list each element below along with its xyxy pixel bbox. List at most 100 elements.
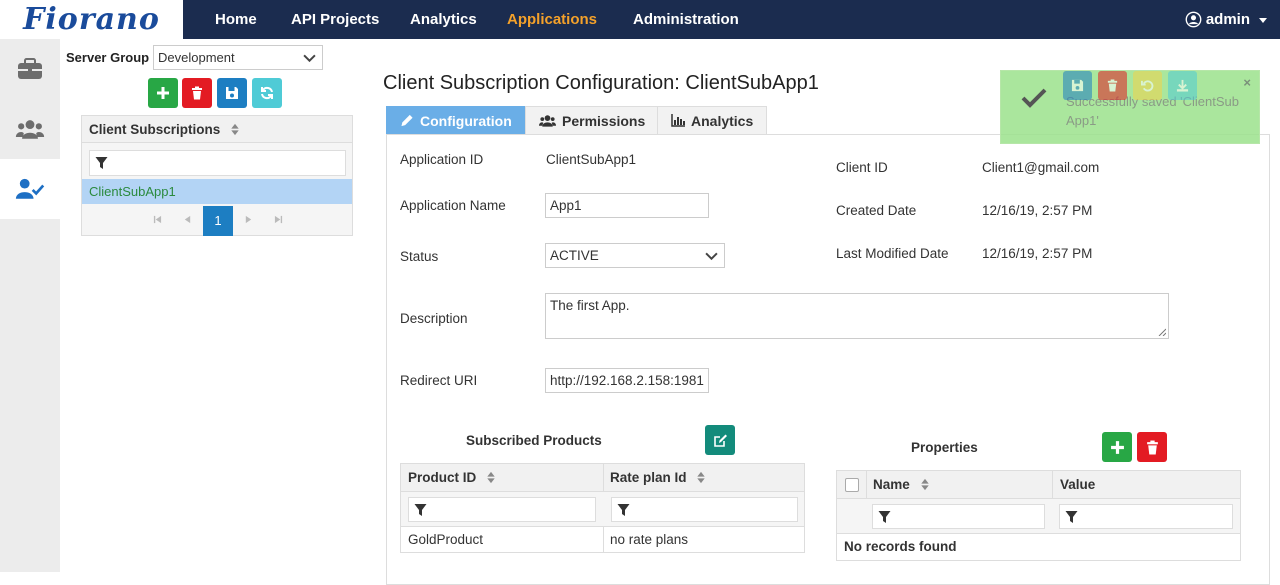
add-property-button[interactable] bbox=[1102, 432, 1132, 462]
application-id-value: ClientSubApp1 bbox=[546, 152, 637, 167]
select-all-checkbox[interactable] bbox=[845, 478, 859, 492]
sort-icon bbox=[697, 471, 705, 484]
list-item[interactable]: ClientSubApp1 bbox=[82, 179, 352, 204]
table-cell-product-id[interactable]: GoldProduct bbox=[401, 527, 603, 553]
column-header-rate-plan-id[interactable]: Rate plan Id bbox=[603, 464, 804, 492]
properties-table: Name Value No records found bbox=[836, 470, 1241, 561]
toast-close-button[interactable]: × bbox=[1243, 75, 1251, 90]
description-textarea[interactable]: The first App. bbox=[545, 293, 1169, 339]
created-date-label: Created Date bbox=[836, 203, 917, 218]
chevron-down-icon bbox=[705, 252, 718, 261]
refresh-button[interactable] bbox=[252, 78, 282, 108]
ghost-save-button[interactable] bbox=[1063, 71, 1092, 100]
page-number-button[interactable]: 1 bbox=[203, 206, 233, 236]
rail-item-briefcase[interactable] bbox=[0, 39, 60, 99]
user-name: admin bbox=[1205, 10, 1250, 28]
client-subscriptions-title: Client Subscriptions bbox=[89, 122, 221, 137]
bar-chart-icon bbox=[671, 114, 685, 127]
save-icon bbox=[1071, 79, 1084, 92]
application-name-input[interactable]: App1 bbox=[545, 193, 709, 218]
server-group-value: Development bbox=[158, 50, 235, 65]
filter-row bbox=[837, 499, 1240, 534]
filter-icon bbox=[414, 504, 427, 516]
redirect-uri-input[interactable]: http://192.168.2.158:1981 bbox=[545, 368, 709, 393]
first-page-button[interactable] bbox=[142, 207, 172, 235]
name-filter-input[interactable] bbox=[872, 504, 1045, 529]
client-subscriptions-filter-input[interactable] bbox=[89, 150, 346, 176]
sort-icon bbox=[231, 123, 239, 136]
rail-item-users[interactable] bbox=[0, 99, 60, 159]
column-header-label: Rate plan Id bbox=[610, 470, 687, 485]
users-icon bbox=[15, 120, 45, 139]
nav-api-projects[interactable]: API Projects bbox=[291, 0, 379, 39]
column-header-product-id[interactable]: Product ID bbox=[401, 464, 603, 492]
empty-message: No records found bbox=[844, 539, 957, 554]
sort-icon bbox=[920, 478, 929, 491]
save-subscription-button[interactable] bbox=[217, 78, 247, 108]
first-page-icon bbox=[153, 215, 161, 224]
user-menu[interactable]: admin bbox=[1185, 0, 1268, 39]
last-modified-value: 12/16/19, 2:57 PM bbox=[982, 246, 1093, 261]
caret-down-icon bbox=[1259, 17, 1267, 23]
redirect-uri-label: Redirect URI bbox=[400, 373, 478, 388]
edit-products-button[interactable] bbox=[705, 425, 735, 455]
description-value: The first App. bbox=[550, 298, 630, 313]
delete-property-button[interactable] bbox=[1137, 432, 1167, 462]
created-date-value: 12/16/19, 2:57 PM bbox=[982, 203, 1093, 218]
rate-plan-filter-input[interactable] bbox=[611, 497, 798, 522]
plus-icon bbox=[1110, 440, 1124, 454]
left-icon-rail bbox=[0, 39, 60, 572]
chevron-down-icon bbox=[303, 54, 316, 63]
trash-icon bbox=[1107, 79, 1118, 92]
last-modified-label: Last Modified Date bbox=[836, 246, 949, 261]
trash-icon bbox=[1146, 440, 1158, 454]
last-page-button[interactable] bbox=[263, 207, 293, 235]
ghost-delete-button[interactable] bbox=[1098, 71, 1127, 100]
delete-subscription-button[interactable] bbox=[182, 78, 212, 108]
product-id-filter-input[interactable] bbox=[408, 497, 596, 522]
resize-grip-icon[interactable] bbox=[1158, 328, 1166, 336]
save-icon bbox=[226, 87, 238, 99]
next-page-button[interactable] bbox=[233, 207, 263, 235]
value-filter-input[interactable] bbox=[1059, 504, 1233, 529]
nav-applications[interactable]: Applications bbox=[507, 0, 597, 39]
application-name-label: Application Name bbox=[400, 198, 506, 213]
status-value: ACTIVE bbox=[550, 248, 599, 263]
column-header-name[interactable]: Name bbox=[866, 471, 1052, 499]
ghost-download-button[interactable] bbox=[1168, 71, 1197, 100]
rail-item-client-subscriptions[interactable] bbox=[0, 159, 60, 219]
tab-analytics[interactable]: Analytics bbox=[657, 106, 768, 134]
client-subscriptions-header[interactable]: Client Subscriptions bbox=[82, 116, 352, 143]
status-select[interactable]: ACTIVE bbox=[545, 243, 725, 268]
add-subscription-button[interactable] bbox=[148, 78, 178, 108]
check-icon bbox=[1021, 88, 1047, 108]
column-header-label: Product ID bbox=[408, 470, 477, 485]
sort-icon bbox=[487, 471, 495, 484]
prev-page-button[interactable] bbox=[172, 207, 202, 235]
properties-title: Properties bbox=[911, 440, 978, 455]
filter-icon bbox=[1065, 511, 1078, 523]
tab-permissions[interactable]: Permissions bbox=[525, 106, 660, 134]
nav-analytics[interactable]: Analytics bbox=[410, 0, 477, 39]
nav-home[interactable]: Home bbox=[215, 0, 257, 39]
server-group-select[interactable]: Development bbox=[153, 45, 323, 70]
tab-permissions-label: Permissions bbox=[562, 112, 646, 129]
fiorano-logo[interactable]: Fiorano bbox=[0, 0, 183, 39]
edit-icon bbox=[713, 434, 727, 447]
filter-row bbox=[401, 492, 804, 527]
nav-administration[interactable]: Administration bbox=[633, 0, 739, 39]
tab-analytics-label: Analytics bbox=[691, 112, 754, 129]
tab-configuration[interactable]: Configuration bbox=[386, 106, 526, 134]
refresh-icon bbox=[261, 86, 273, 100]
table-cell-rate-plan[interactable]: no rate plans bbox=[603, 527, 804, 553]
subscribed-products-title: Subscribed Products bbox=[466, 433, 602, 448]
ghost-undo-button[interactable] bbox=[1133, 71, 1162, 100]
column-header-value[interactable]: Value bbox=[1053, 471, 1240, 499]
status-label: Status bbox=[400, 249, 439, 264]
client-subscriptions-panel: Client Subscriptions ClientSubApp1 1 bbox=[81, 115, 353, 236]
download-icon bbox=[1176, 79, 1189, 92]
pencil-icon bbox=[401, 114, 413, 127]
last-page-icon bbox=[274, 215, 282, 224]
table-header: Name Value bbox=[837, 471, 1240, 499]
briefcase-icon bbox=[18, 58, 42, 79]
